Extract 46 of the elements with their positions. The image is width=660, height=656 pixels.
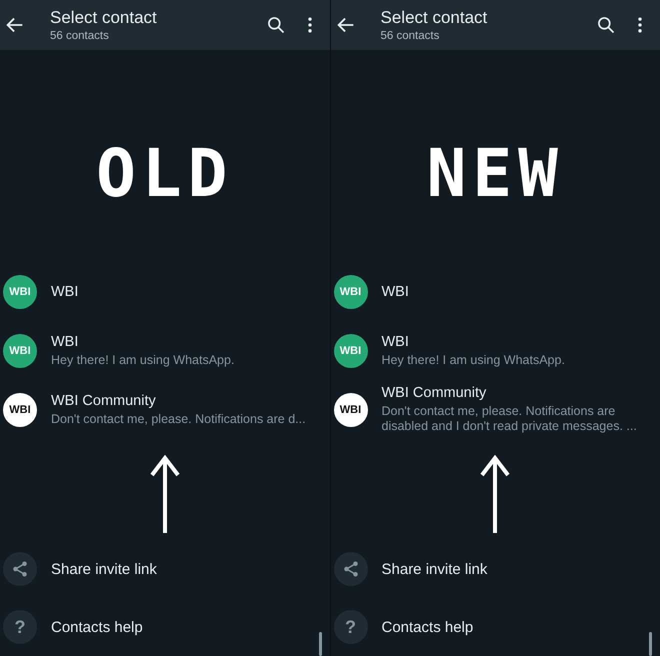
avatar: WBI xyxy=(3,274,37,308)
contact-count: 56 contacts xyxy=(380,30,440,42)
contact-name: WBI Community xyxy=(382,385,488,401)
share-icon xyxy=(3,552,37,586)
contact-name: WBI Community xyxy=(51,392,157,408)
version-label: OLD xyxy=(96,142,234,206)
contact-name: WBI xyxy=(382,334,410,350)
action-item[interactable]: Share invite link xyxy=(330,540,660,598)
contact-item[interactable]: WBI WBI Community Don't contact me, please. Notifications are disabled and I don't read private messages. ... xyxy=(330,380,660,439)
contact-status: Hey there! I am using WhatsApp. xyxy=(382,352,565,368)
contact-name: WBI xyxy=(382,284,409,300)
screen-title: Select contact xyxy=(50,8,158,28)
avatar: WBI xyxy=(334,392,368,426)
contact-item[interactable]: WBI WBI Hey there! I am using WhatsApp. xyxy=(330,321,660,380)
action-label: Contacts help xyxy=(51,618,143,636)
contact-count: 56 contacts xyxy=(50,30,110,42)
version-label: NEW xyxy=(426,142,564,206)
contact-item[interactable]: WBI WBI xyxy=(0,262,330,321)
search-icon[interactable] xyxy=(596,15,616,35)
avatar: WBI xyxy=(334,334,368,368)
screen-title: Select contact xyxy=(380,8,488,28)
scrollbar[interactable] xyxy=(318,632,322,656)
action-item[interactable]: ? Contacts help xyxy=(330,598,660,656)
contact-status: Hey there! I am using WhatsApp. xyxy=(51,352,234,368)
contact-item[interactable]: WBI WBI Community Don't contact me, please. Notifications are d... xyxy=(0,380,330,439)
help-icon: ? xyxy=(334,610,368,644)
search-icon[interactable] xyxy=(266,15,286,35)
contact-item[interactable]: WBI WBI Hey there! I am using WhatsApp. xyxy=(0,321,330,380)
action-label: Share invite link xyxy=(382,560,488,578)
avatar: WBI xyxy=(3,392,37,426)
contact-status: Don't contact me, please. Notifications are disabled and I don't read private messages. ... xyxy=(382,404,638,434)
contact-name: WBI xyxy=(51,284,78,300)
avatar: WBI xyxy=(3,334,37,368)
contact-item[interactable]: WBI WBI xyxy=(330,262,660,321)
action-label: Contacts help xyxy=(382,618,474,636)
avatar: WBI xyxy=(334,274,368,308)
contact-name: WBI xyxy=(51,334,80,350)
up-arrow-icon xyxy=(480,455,510,533)
contact-status: Don't contact me, please. Notifications are d... xyxy=(51,412,306,426)
share-icon xyxy=(334,552,368,586)
scrollbar[interactable] xyxy=(649,632,652,656)
action-label: Share invite link xyxy=(51,560,157,578)
help-icon: ? xyxy=(3,610,37,644)
action-item[interactable]: ? Contacts help xyxy=(0,598,330,656)
up-arrow-icon xyxy=(150,455,180,533)
action-item[interactable]: Share invite link xyxy=(0,540,330,598)
